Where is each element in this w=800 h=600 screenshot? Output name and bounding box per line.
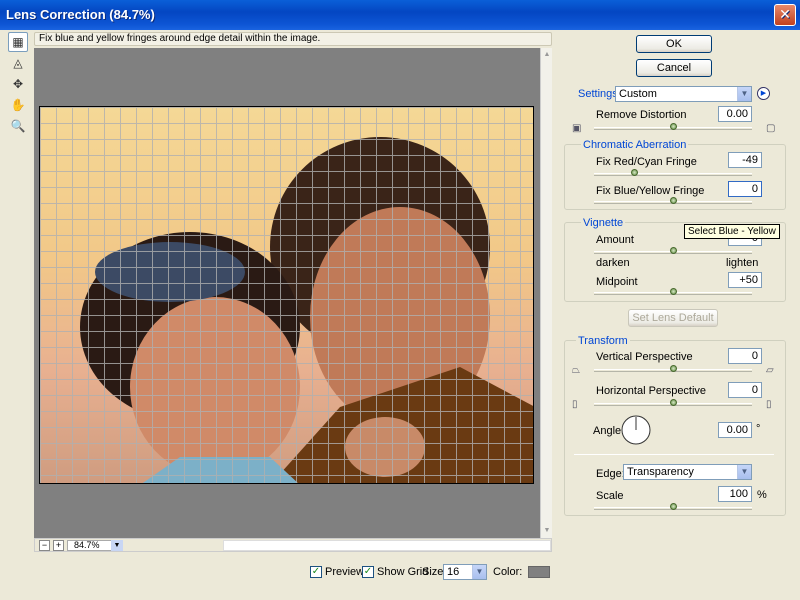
grid-size-value: 16 <box>447 566 460 578</box>
slider-thumb[interactable] <box>670 288 677 295</box>
show-grid-checkbox[interactable]: ✓ <box>362 566 374 578</box>
grid-color-option: Color: <box>493 564 551 580</box>
horizontal-perspective-left-icon: ▯ <box>572 399 578 410</box>
title-bar: Lens Correction (84.7%) ✕ <box>0 0 800 30</box>
show-grid-option: ✓ Show Grid <box>362 564 428 580</box>
edge-value: Transparency <box>627 466 694 478</box>
chevron-down-icon: ▼ <box>472 565 486 579</box>
vertical-perspective-field[interactable]: 0 <box>728 348 762 364</box>
move-grid-tool-icon[interactable]: ✥ <box>8 74 28 94</box>
horizontal-perspective-field[interactable]: 0 <box>728 382 762 398</box>
angle-unit: ° <box>756 423 761 435</box>
remove-distortion-field[interactable]: 0.00 <box>718 106 752 122</box>
preview-image <box>39 106 534 484</box>
ok-button[interactable]: OK <box>636 35 712 53</box>
vertical-perspective-left-icon: ⏢ <box>572 365 580 376</box>
slider-thumb[interactable] <box>630 169 638 176</box>
tooltip: Select Blue - Yellow <box>684 224 780 239</box>
angle-dial-icon[interactable] <box>620 414 652 446</box>
close-button[interactable]: ✕ <box>774 4 796 26</box>
window-title: Lens Correction (84.7%) <box>6 7 155 22</box>
remove-distortion-slider[interactable] <box>594 123 752 130</box>
midpoint-slider[interactable] <box>594 288 752 295</box>
set-lens-default-button[interactable]: Set Lens Default <box>628 309 718 327</box>
straighten-tool-icon[interactable]: ◬ <box>8 53 28 73</box>
scroll-up-icon[interactable]: ▲ <box>542 50 552 60</box>
slider-thumb[interactable] <box>670 399 677 406</box>
zoom-tool-icon[interactable]: 🔍 <box>8 116 28 136</box>
zoom-dropdown-icon[interactable]: ▼ <box>111 540 123 551</box>
show-grid-label: Show Grid <box>377 566 429 578</box>
amount-slider[interactable] <box>594 247 752 254</box>
blue-yellow-field[interactable]: 0 <box>728 181 762 197</box>
hint-text: Fix blue and yellow fringes around edge … <box>34 32 552 46</box>
divider <box>574 454 774 455</box>
horizontal-perspective-label: Horizontal Perspective <box>596 385 707 397</box>
slider-thumb[interactable] <box>670 123 677 130</box>
edge-select[interactable]: Transparency ▼ <box>623 464 752 480</box>
slider-thumb[interactable] <box>670 365 677 372</box>
cancel-button[interactable]: Cancel <box>636 59 712 77</box>
toolbox: ▦ ◬ ✥ ✋ 🔍 <box>8 32 30 137</box>
red-cyan-slider[interactable] <box>594 169 752 176</box>
remove-distortion-tool-icon[interactable]: ▦ <box>8 32 28 52</box>
edge-label: Edge: <box>596 468 625 480</box>
zoom-out-button[interactable]: − <box>39 540 50 551</box>
slider-thumb[interactable] <box>670 247 677 254</box>
zoom-bar: − + 84.7% ▼ <box>34 538 552 552</box>
scale-field[interactable]: 100 <box>718 486 752 502</box>
scale-slider[interactable] <box>594 503 752 510</box>
vertical-perspective-label: Vertical Perspective <box>596 351 693 363</box>
blue-yellow-slider[interactable] <box>594 197 752 204</box>
preview-label: Preview <box>325 566 365 578</box>
chevron-down-icon: ▼ <box>737 465 751 479</box>
settings-menu-icon[interactable]: ▶ <box>757 87 770 100</box>
lighten-label: lighten <box>726 257 759 269</box>
preview-canvas[interactable] <box>34 48 540 538</box>
slider-thumb[interactable] <box>670 503 677 510</box>
chromatic-aberration-title: Chromatic Aberration <box>581 139 689 151</box>
scroll-down-icon[interactable]: ▼ <box>542 526 552 536</box>
scale-label: Scale <box>596 490 624 502</box>
preview-checkbox[interactable]: ✓ <box>310 566 322 578</box>
horizontal-perspective-slider[interactable] <box>594 399 752 406</box>
midpoint-field[interactable]: +50 <box>728 272 762 288</box>
preview-option: ✓ Preview <box>310 564 364 580</box>
vertical-perspective-slider[interactable] <box>594 365 752 372</box>
scale-unit: % <box>757 489 767 501</box>
settings-value: Custom <box>619 88 657 100</box>
horizontal-perspective-right-icon: ▯ <box>766 399 772 410</box>
horizontal-scrollbar[interactable] <box>223 540 551 551</box>
grid-overlay <box>40 107 533 483</box>
remove-distortion-label: Remove Distortion <box>596 109 687 121</box>
darken-label: darken <box>596 257 630 269</box>
grid-size-select[interactable]: 16 ▼ <box>443 564 487 580</box>
barrel-icon: ▢ <box>766 123 776 134</box>
red-cyan-field[interactable]: -49 <box>728 152 762 168</box>
vertical-perspective-right-icon: ⏥ <box>766 365 774 376</box>
chevron-down-icon: ▼ <box>737 87 751 101</box>
vignette-title: Vignette <box>581 217 626 229</box>
hand-tool-icon[interactable]: ✋ <box>8 95 28 115</box>
vertical-scrollbar[interactable]: ▲ ▼ <box>540 48 552 538</box>
grid-color-swatch[interactable] <box>528 566 551 578</box>
transform-title: Transform <box>576 335 630 347</box>
blue-yellow-label: Fix Blue/Yellow Fringe <box>596 185 705 197</box>
angle-field[interactable]: 0.00 <box>718 422 752 438</box>
zoom-in-button[interactable]: + <box>53 540 64 551</box>
color-label: Color: <box>493 566 523 578</box>
midpoint-label: Midpoint <box>596 276 638 288</box>
slider-thumb[interactable] <box>670 197 677 204</box>
amount-label: Amount <box>596 234 634 246</box>
red-cyan-label: Fix Red/Cyan Fringe <box>596 156 697 168</box>
pincushion-icon: ▣ <box>572 123 582 134</box>
settings-select[interactable]: Custom ▼ <box>615 86 752 102</box>
